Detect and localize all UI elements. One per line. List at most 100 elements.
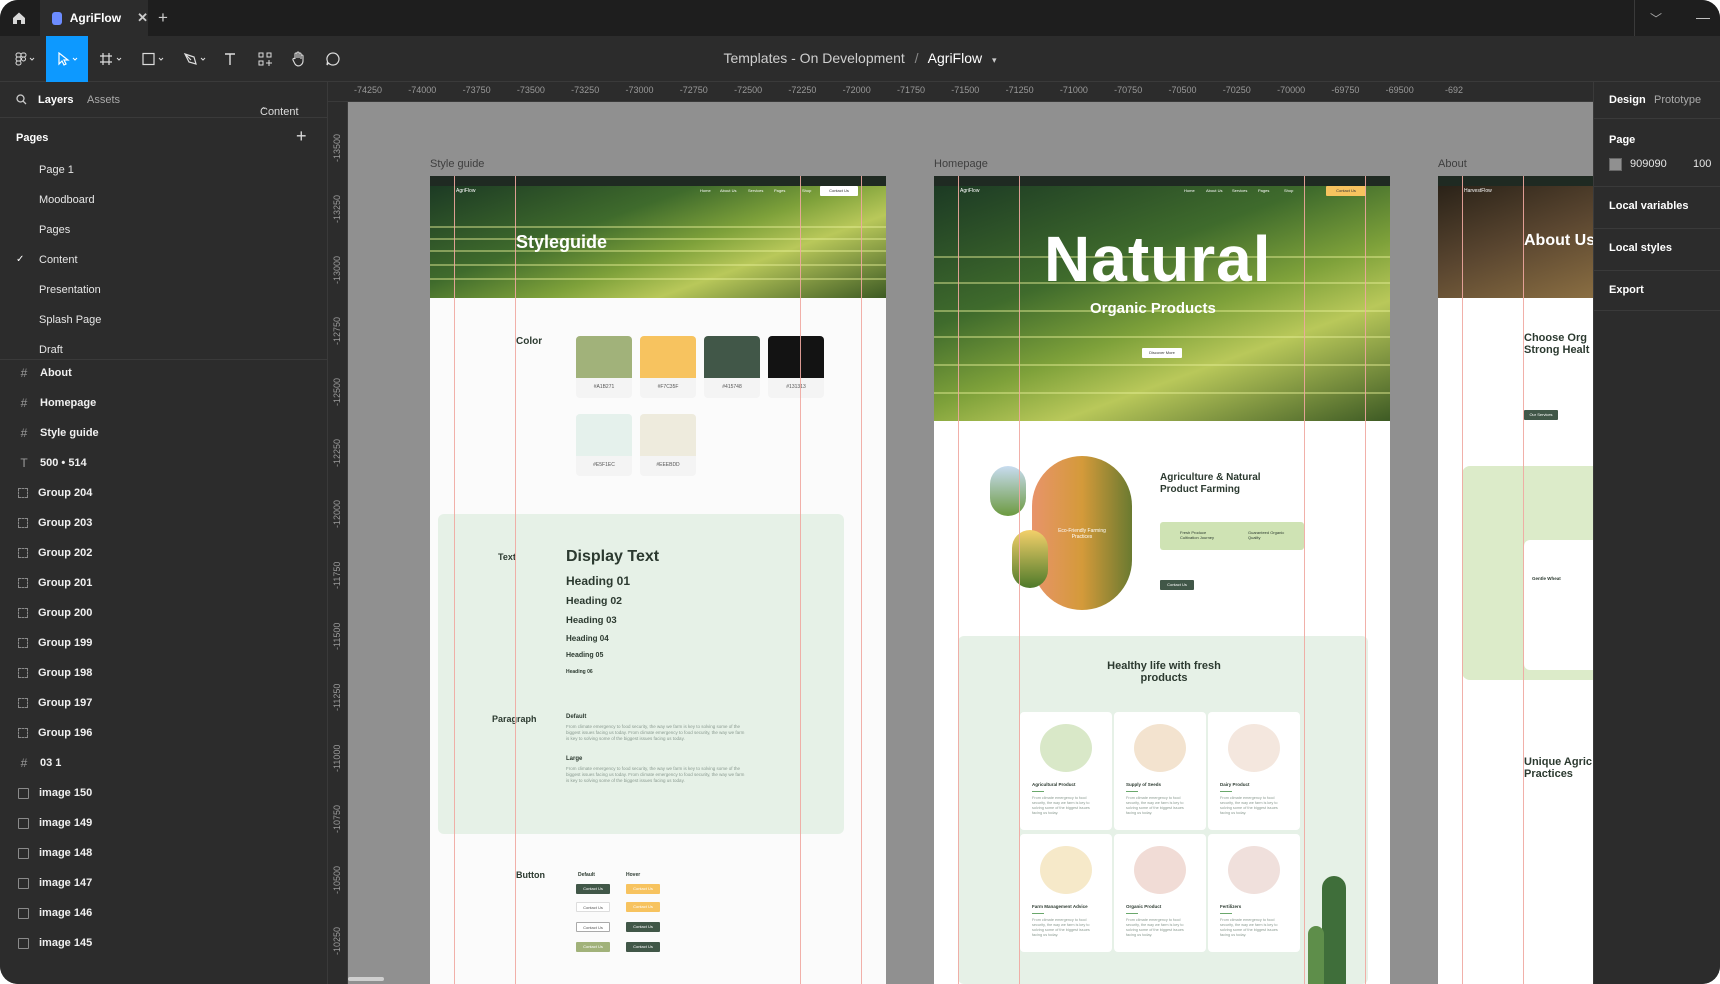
layout-guide (1462, 176, 1463, 984)
page-item-content[interactable]: Content (39, 254, 78, 266)
sample-button: Contact Us (626, 942, 660, 952)
tab-design[interactable]: Design (1609, 94, 1646, 106)
page-item-presentation[interactable]: Presentation (39, 284, 101, 296)
contact-button: Contact Us (1160, 580, 1194, 590)
layer-item[interactable]: Group 198 (18, 658, 318, 688)
canvas[interactable]: Style guide AgriFlow Home About Us Servi… (348, 102, 1593, 984)
breadcrumb-separator: / (914, 50, 919, 66)
page-item-moodboard[interactable]: Moodboard (39, 194, 95, 206)
layer-item[interactable]: Group 199 (18, 628, 318, 658)
image-icon (18, 817, 29, 829)
page-opacity-value[interactable]: 100 (1693, 158, 1711, 170)
figma-file-icon (52, 11, 62, 25)
layer-item[interactable]: Group 197 (18, 688, 318, 718)
color-swatch: #131313 (768, 336, 824, 398)
round-image (990, 466, 1026, 516)
search-icon[interactable] (16, 94, 27, 108)
swatch-fill (640, 336, 696, 378)
layer-item[interactable]: image 146 (18, 898, 318, 928)
layer-item[interactable]: image 148 (18, 838, 318, 868)
frame-homepage[interactable]: AgriFlow Home About Us Services Pages Sh… (934, 176, 1390, 984)
layer-item[interactable]: image 145 (18, 928, 318, 958)
page-color-swatch[interactable] (1609, 158, 1622, 171)
ruler-tick-label: -71750 (896, 85, 926, 95)
swatch-fill (704, 336, 760, 378)
layer-item[interactable]: Group 201 (18, 568, 318, 598)
tab-layers[interactable]: Layers (38, 94, 73, 106)
frame-icon: # (20, 756, 28, 770)
file-tab[interactable]: AgriFlow ✕ (40, 0, 148, 36)
heading-02-sample: Heading 02 (566, 595, 623, 607)
ruler-tick-label: -71000 (1059, 85, 1088, 95)
chevron-down-icon[interactable]: ▾ (992, 55, 997, 65)
page-item-page-1[interactable]: Page 1 (39, 164, 74, 176)
layer-item[interactable]: image 149 (18, 808, 318, 838)
nav-link: Home (700, 188, 711, 193)
swatch-fill (768, 336, 824, 378)
image-icon (18, 877, 29, 889)
horizontal-scrollbar[interactable] (348, 977, 384, 981)
nav-link: About Us (720, 188, 737, 193)
ruler-tick-label: -73000 (625, 85, 654, 95)
breadcrumb[interactable]: Templates - On Development / AgriFlow ▾ (0, 50, 1720, 66)
frame-label-style-guide[interactable]: Style guide (430, 158, 484, 170)
sample-button: Contact Us (576, 902, 610, 912)
page-item-draft[interactable]: Draft (39, 344, 63, 356)
color-swatch: #EEEBDD (640, 414, 696, 476)
hero-big-title: Natural (1044, 223, 1272, 295)
layer-name: Group 204 (38, 487, 93, 499)
layer-item[interactable]: # Style guide (18, 418, 318, 448)
frame-icon: # (20, 426, 28, 440)
tab-assets[interactable]: Assets (87, 94, 120, 106)
card-title: Farm Management Advice (1032, 904, 1088, 909)
swatch-hex: #131313 (786, 384, 806, 390)
page-item-pages[interactable]: Pages (39, 224, 70, 236)
layer-item[interactable]: Group 202 (18, 538, 318, 568)
ruler-tick-label: -692 (1444, 85, 1464, 95)
nav-link: Shop (1284, 188, 1294, 193)
layer-item[interactable]: # Homepage (18, 388, 318, 418)
panel-divider (1594, 228, 1720, 229)
hero-title: Styleguide (516, 232, 608, 252)
title-bar: AgriFlow ✕ + ﹀ — (0, 0, 1720, 36)
layer-item[interactable]: Group 203 (18, 508, 318, 538)
layer-item[interactable]: image 150 (18, 778, 318, 808)
layer-item[interactable]: # About (18, 358, 318, 388)
local-styles-heading[interactable]: Local styles (1609, 242, 1672, 254)
card-title: Dairy Product (1220, 782, 1250, 787)
card-title: Gentle Wheat (1532, 576, 1561, 581)
home-button[interactable] (0, 0, 38, 36)
frame-label-about[interactable]: About (1438, 158, 1467, 170)
layer-item[interactable]: #03 1 (18, 748, 318, 778)
layer-item[interactable]: Group 200 (18, 598, 318, 628)
page-item-splash-page[interactable]: Splash Page (39, 314, 101, 326)
export-heading[interactable]: Export (1609, 284, 1644, 296)
minimize-icon[interactable]: — (1696, 9, 1710, 25)
nav-link: Shop (802, 188, 812, 193)
layer-item[interactable]: T 500 • 514 (18, 448, 318, 478)
sample-button: Contact Us (626, 922, 660, 932)
swatch-hex: #EEEBDD (656, 462, 680, 468)
close-tab-icon[interactable]: ✕ (137, 10, 148, 26)
tab-prototype[interactable]: Prototype (1654, 94, 1701, 106)
sample-button: Contact Us (576, 942, 610, 952)
local-variables-button[interactable]: Local variables (1609, 200, 1689, 212)
add-page-icon[interactable]: + (296, 126, 307, 147)
layer-item[interactable]: Group 204 (18, 478, 318, 508)
chevron-down-icon[interactable]: ﹀ (1650, 10, 1662, 27)
page-color-value[interactable]: 909090 (1630, 158, 1667, 170)
ruler-tick-label: -71250 (1005, 85, 1034, 95)
card-illustration (1040, 846, 1092, 894)
frame-label-homepage[interactable]: Homepage (934, 158, 988, 170)
new-tab-icon[interactable]: + (158, 8, 168, 28)
ruler-tick-label: -70000 (1277, 85, 1306, 95)
frame-style-guide[interactable]: AgriFlow Home About Us Services Pages Sh… (430, 176, 886, 984)
ruler-tick-label: -71500 (951, 85, 980, 95)
breadcrumb-project[interactable]: Templates - On Development (723, 50, 904, 66)
ruler-tick-label: -72250 (788, 85, 817, 95)
button-label: Button (516, 870, 545, 880)
layer-item[interactable]: Group 196 (18, 718, 318, 748)
frame-about[interactable]: HarvestFlow About Us Choose Org Strong H… (1438, 176, 1593, 984)
layer-item[interactable]: image 147 (18, 868, 318, 898)
breadcrumb-file[interactable]: AgriFlow (928, 50, 982, 66)
